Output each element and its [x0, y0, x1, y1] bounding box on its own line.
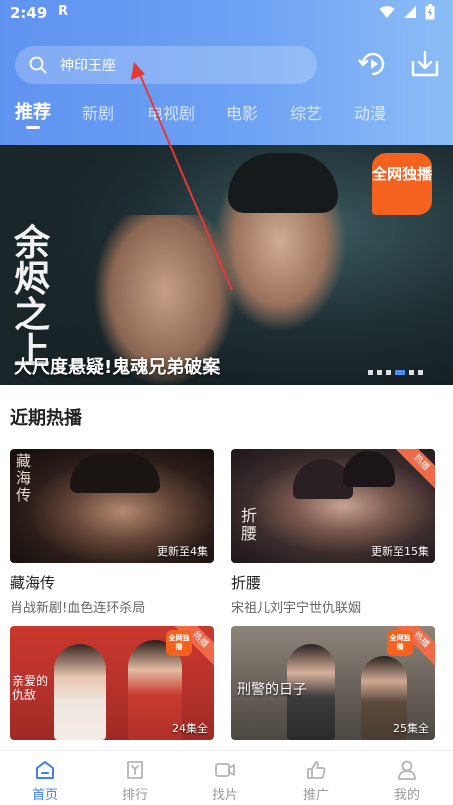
status-time: 2:49	[10, 4, 48, 22]
home-icon	[36, 761, 54, 779]
nav-label: 首页	[31, 788, 58, 803]
drama-card[interactable]: 藏海传 更新至4集 藏海传 肖战新剧!血色连环杀局	[10, 449, 214, 616]
exclusive-badge: 全网独播	[166, 630, 192, 656]
banner-title: 大尺度悬疑!鬼魂兄弟破案	[14, 357, 221, 378]
nav-label: 排行	[121, 788, 148, 803]
tab-anime[interactable]: 动漫	[354, 100, 386, 124]
poster-title-text: 刑警的日子	[237, 682, 307, 698]
nav-label: 我的	[393, 788, 420, 803]
active-tab-indicator	[26, 126, 40, 129]
signal-icon	[404, 6, 416, 18]
nav-find-video[interactable]: 找片	[195, 759, 255, 803]
exclusive-badge: 全网独播	[387, 630, 413, 656]
update-status: 24集全	[172, 722, 208, 735]
ranking-icon	[127, 761, 143, 779]
history-icon[interactable]	[357, 48, 389, 80]
nav-promote[interactable]: 推广	[286, 759, 346, 803]
update-status: 25集全	[393, 722, 429, 735]
exclusive-badge: 全网独播	[372, 153, 432, 215]
video-icon	[215, 763, 235, 777]
bottom-navigation: 首页 排行 找片 推广 我的	[0, 750, 453, 805]
nav-ranking[interactable]: 排行	[105, 759, 165, 803]
card-poster: 折腰 热播 更新至15集	[231, 449, 435, 563]
drama-card[interactable]: 刑警的日子 热播 全网独播 25集全	[231, 626, 435, 749]
card-title: 藏海传	[10, 574, 56, 592]
hot-tag: 热播	[392, 449, 435, 492]
poster-title-text: 折腰	[241, 506, 258, 543]
thumbs-up-icon	[307, 761, 326, 779]
update-status: 更新至4集	[157, 545, 208, 558]
status-bar: 2:49 R	[0, 0, 453, 28]
nav-label: 推广	[302, 788, 329, 803]
top-header: 2:49 R 神印王座 推荐 新剧 电视剧 电影 综艺 动漫	[0, 0, 453, 145]
tab-tv-series[interactable]: 电视剧	[147, 100, 195, 124]
card-poster: 亲爱的仇敌 热播 全网独播 24集全	[10, 626, 214, 740]
section-title: 近期热播	[10, 408, 82, 429]
carousel-dot-active[interactable]	[395, 370, 405, 375]
tab-new-drama[interactable]: 新剧	[82, 100, 114, 124]
card-poster: 刑警的日子 热播 全网独播 25集全	[231, 626, 435, 740]
battery-icon	[425, 4, 435, 20]
download-icon[interactable]	[409, 48, 441, 80]
drama-card[interactable]: 亲爱的仇敌 热播 全网独播 24集全	[10, 626, 214, 749]
carousel-dot[interactable]	[386, 370, 391, 375]
nav-home[interactable]: 首页	[15, 759, 75, 803]
card-title: 折腰	[231, 574, 262, 592]
hero-banner[interactable]: 余烬之上 全网独播 大尺度悬疑!鬼魂兄弟破案	[0, 145, 453, 385]
card-description: 肖战新剧!血色连环杀局	[10, 601, 146, 616]
poster-title-text: 藏海传	[16, 452, 32, 504]
status-indicator: R	[58, 4, 69, 19]
card-description: 宋祖儿刘宇宁世仇联姻	[231, 601, 362, 616]
carousel-dot[interactable]	[377, 370, 382, 375]
nav-profile[interactable]: 我的	[377, 759, 437, 803]
update-status: 更新至15集	[371, 545, 429, 558]
nav-label: 找片	[211, 788, 238, 803]
drama-card[interactable]: 折腰 热播 更新至15集 折腰 宋祖儿刘宇宁世仇联姻	[231, 449, 435, 616]
carousel-indicator	[368, 370, 423, 375]
poster-title-text: 亲爱的仇敌	[12, 674, 49, 702]
wifi-icon	[379, 6, 395, 18]
profile-icon	[398, 760, 416, 780]
tab-recommend[interactable]: 推荐	[15, 98, 51, 124]
search-icon	[29, 56, 47, 74]
search-placeholder: 神印王座	[60, 58, 116, 74]
tab-movies[interactable]: 电影	[226, 100, 258, 124]
search-input[interactable]: 神印王座	[15, 46, 317, 84]
carousel-dot[interactable]	[418, 370, 423, 375]
status-icons	[379, 4, 435, 20]
card-poster: 藏海传 更新至4集	[10, 449, 214, 563]
tab-variety[interactable]: 综艺	[290, 100, 322, 124]
banner-logo-text: 余烬之上	[14, 222, 51, 372]
category-tabs: 推荐 新剧 电视剧 电影 综艺 动漫	[0, 96, 453, 136]
carousel-dot[interactable]	[368, 370, 373, 375]
carousel-dot[interactable]	[409, 370, 414, 375]
